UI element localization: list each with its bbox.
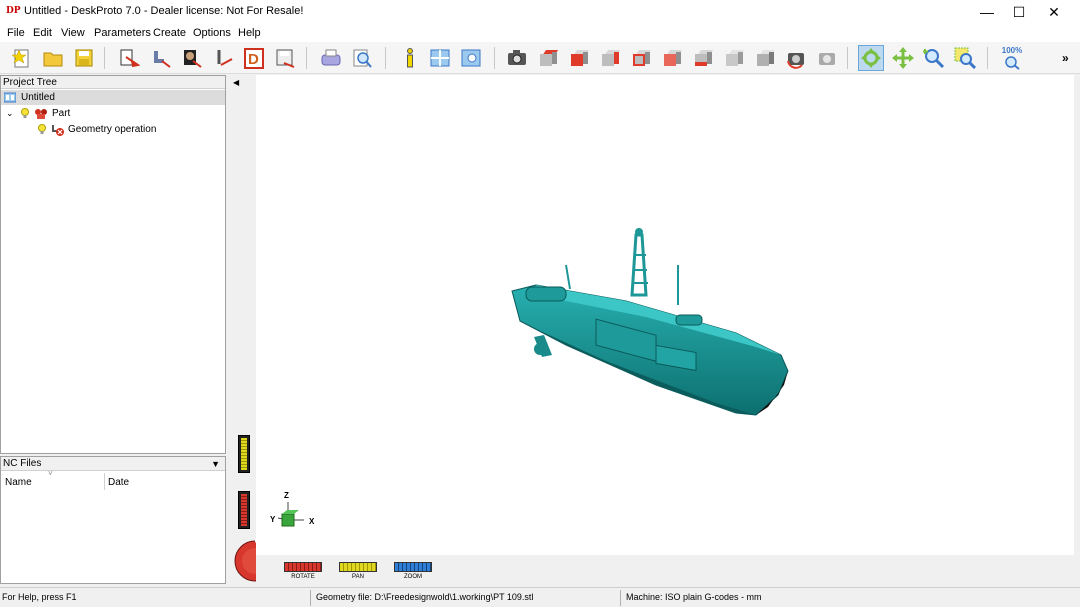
view-iso-icon[interactable] [721,45,747,71]
nc-files-header[interactable]: NC Files ▼ [1,457,225,471]
title-bar: DP Untitled - DeskProto 7.0 - Dealer lic… [0,0,1080,24]
pan-slider[interactable] [238,435,250,473]
project-tree-header: Project Tree [1,76,225,89]
status-bar: For Help, press F1 Geometry file: D:\Fre… [0,587,1080,607]
menu-view[interactable]: View [61,27,85,39]
dropdown-arrow-icon[interactable]: ▼ [211,457,220,471]
save-as-icon[interactable] [272,45,298,71]
chevron-down-icon[interactable]: ⌄ [6,106,14,121]
view-icon[interactable] [458,45,484,71]
interaction-mode-bar: ROTATE PAN ZOOM [256,555,1074,585]
status-machine: Machine: ISO plain G-codes - mm [626,592,762,602]
letter-d-icon[interactable]: D [241,45,267,71]
tree-item-geometry-operation[interactable]: Geometry operation [1,122,225,137]
menu-help[interactable]: Help [238,27,261,39]
view-top-icon[interactable] [535,45,561,71]
window-title: Untitled - DeskProto 7.0 - Dealer licens… [24,5,304,17]
printer-icon[interactable] [318,45,344,71]
sort-indicator-icon: ˅ [48,469,53,478]
wizard-2-icon[interactable] [148,45,174,71]
wizard-4-icon[interactable] [210,45,236,71]
project-tree-panel: Project Tree Untitled ⌄ Part Geometry op… [0,75,226,454]
view-front-icon[interactable] [566,45,592,71]
pan-mode-label: PAN [352,574,364,580]
tree-label-untitled: Untitled [21,92,55,103]
axis-label-y: Y [270,515,276,524]
tree-label-geometry-operation: Geometry operation [68,124,157,135]
lightbulb-icon[interactable] [37,123,47,140]
print-preview-icon[interactable] [349,45,375,71]
zoom-100-icon[interactable]: 100% [999,45,1025,71]
geometry-operation-icon [51,123,65,141]
boat-model[interactable] [506,225,806,425]
nc-files-title: NC Files [3,458,42,469]
view-right-icon[interactable] [597,45,623,71]
zoom-level-label: 100% [1001,46,1023,55]
menu-file[interactable]: File [7,27,25,39]
column-header-name[interactable]: Name [5,477,32,488]
view-iso-2-icon[interactable] [752,45,778,71]
column-header-date[interactable]: Date [108,477,129,488]
open-folder-icon[interactable] [40,45,66,71]
view-bottom-icon[interactable] [690,45,716,71]
rotate-mode-button[interactable] [284,562,322,572]
view-back-icon[interactable] [628,45,654,71]
collapse-arrow-icon[interactable]: ◀ [233,78,239,87]
close-button[interactable]: ✕ [1031,0,1077,24]
save-icon[interactable] [71,45,97,71]
view-left-icon[interactable] [659,45,685,71]
zoom-icon[interactable] [921,45,947,71]
column-divider[interactable] [104,473,105,490]
rotate-icon[interactable] [858,45,884,71]
menu-bar: File Edit View Parameters Create Options… [0,24,1080,42]
toolbar: D 100% » [0,42,1080,74]
axis-triad-icon [277,502,304,527]
menu-edit[interactable]: Edit [33,27,52,39]
status-help: For Help, press F1 [2,592,77,602]
tree-label-part: Part [52,108,71,119]
pan-mode-button[interactable] [339,562,377,572]
camera-icon[interactable] [504,45,530,71]
tree-item-part[interactable]: ⌄ Part [1,106,225,121]
layout-icon[interactable] [427,45,453,71]
nc-files-panel: NC Files ▼ Name ˅ Date [0,456,226,584]
wizard-3-icon[interactable] [179,45,205,71]
zoom-window-icon[interactable] [952,45,978,71]
status-geometry-file: Geometry file: D:\Freedesignwold\1.worki… [316,592,534,602]
zoom-mode-button[interactable] [394,562,432,572]
app-logo: DP [6,6,21,16]
zoom-mode-label: ZOOM [404,574,422,580]
pan-icon[interactable] [890,45,916,71]
wizard-icon[interactable] [116,45,142,71]
3d-viewport[interactable]: Z Y X [256,75,1074,555]
reset-view-icon[interactable] [783,45,809,71]
toolbar-overflow-button[interactable]: » [1062,51,1069,65]
info-icon[interactable] [397,45,423,71]
svg-text:D: D [248,51,259,68]
axis-label-z: Z [284,491,289,500]
rotate-mode-label: ROTATE [291,574,315,580]
menu-create[interactable]: Create [153,27,186,39]
menu-parameters[interactable]: Parameters [94,27,151,39]
recalculate-icon[interactable] [814,45,840,71]
viewport-side-panel: ◀ [228,75,277,585]
new-file-icon[interactable] [9,45,35,71]
tree-item-untitled[interactable]: Untitled [1,90,225,105]
menu-options[interactable]: Options [193,27,231,39]
rotate-slider[interactable] [238,491,250,529]
